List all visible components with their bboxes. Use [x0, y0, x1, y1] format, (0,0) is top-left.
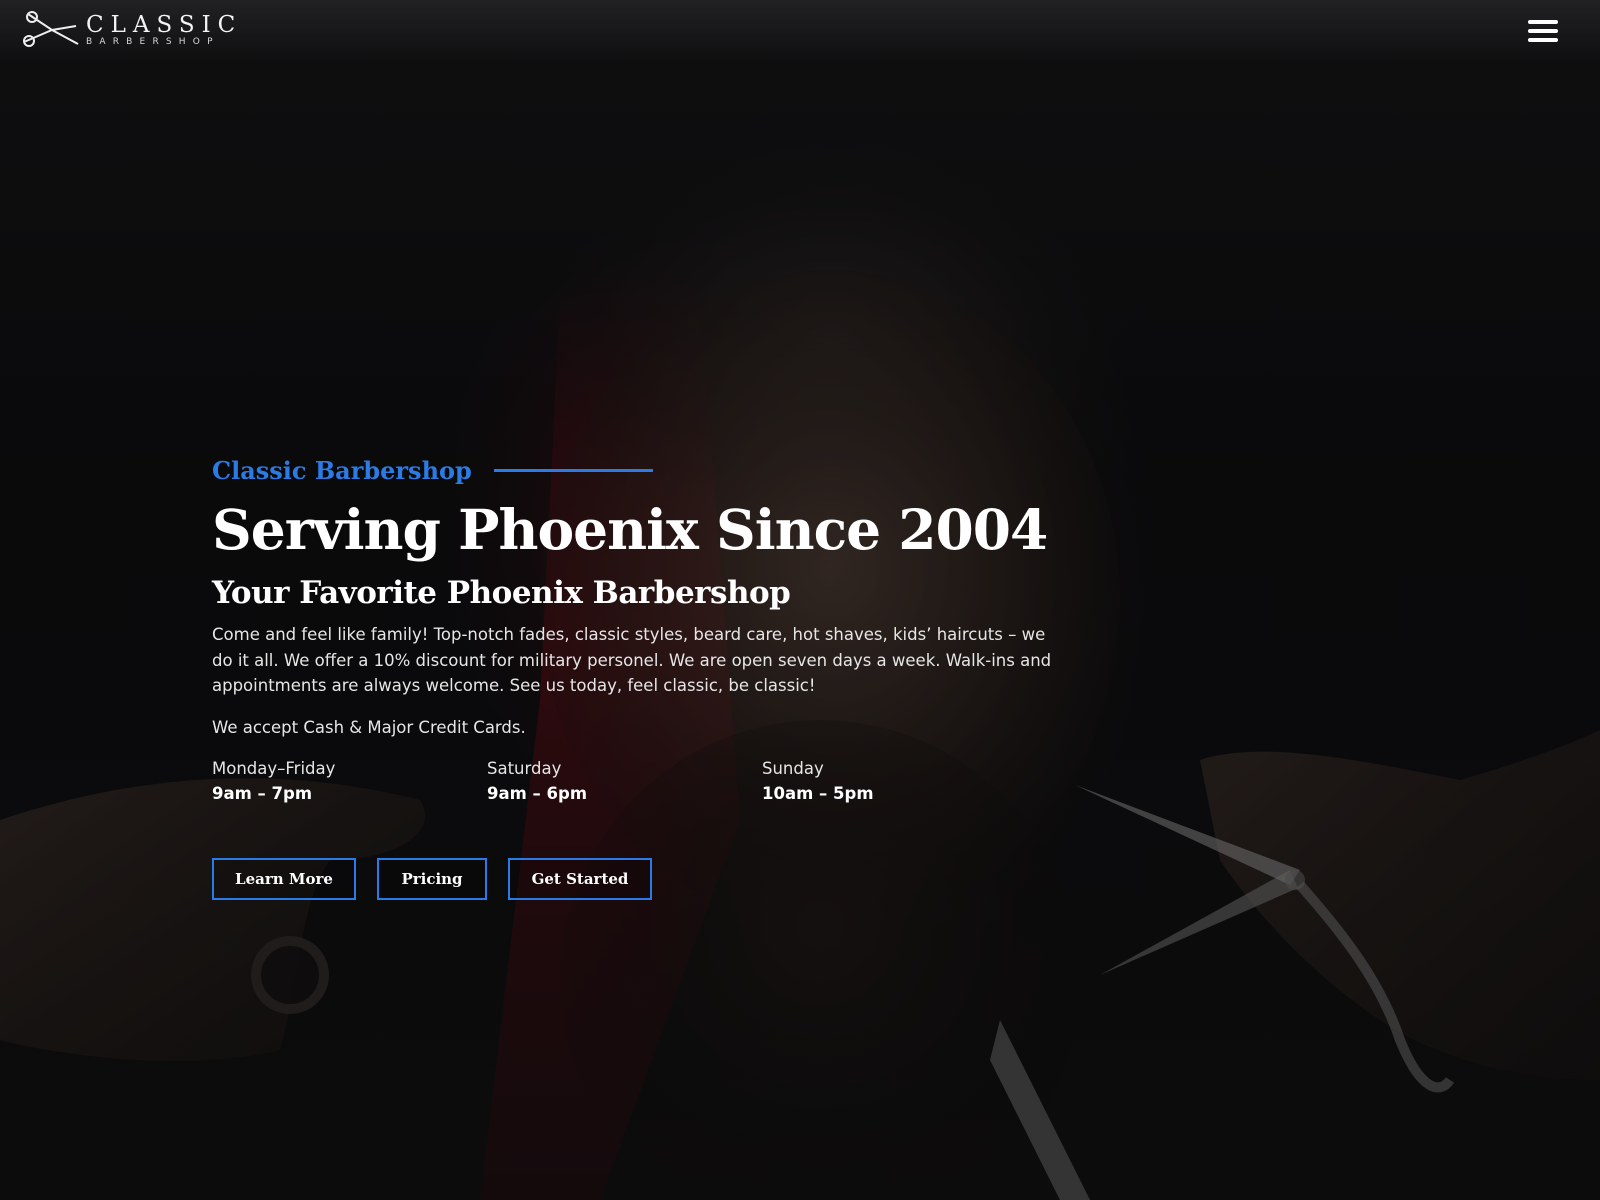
learn-more-button[interactable]: Learn More: [212, 857, 356, 900]
hero-description: Come and feel like family! Top-notch fad…: [212, 625, 1052, 695]
top-navigation-bar: CLASSIC BARBERSHOP: [0, 0, 1600, 62]
hero-eyebrow: Classic Barbershop: [212, 452, 1052, 488]
opening-hours: Monday–Friday 9am – 7pm Saturday 9am – 6…: [212, 756, 1052, 806]
payment-info: We accept Cash & Major Credit Cards.: [212, 717, 526, 737]
hours-day-label: Sunday: [762, 758, 824, 778]
hero-buttons: Learn More Pricing Get Started: [212, 857, 1052, 900]
logo-main-text: CLASSIC: [86, 11, 243, 38]
site-logo[interactable]: CLASSIC BARBERSHOP: [22, 10, 242, 50]
get-started-button[interactable]: Get Started: [508, 857, 652, 900]
pricing-button[interactable]: Pricing: [377, 857, 487, 900]
hours-day-label: Saturday: [487, 758, 562, 778]
hero-title: Serving Phoenix Since 2004: [212, 497, 1048, 562]
hero-subtitle: Your Favorite Phoenix Barbershop: [212, 575, 791, 611]
scissors-icon: [23, 11, 79, 47]
hours-sunday: Sunday 10am – 5pm: [762, 756, 1037, 806]
hours-weekdays: Monday–Friday 9am – 7pm: [212, 756, 487, 806]
hamburger-menu-icon[interactable]: [1528, 18, 1560, 44]
hours-day-label: Monday–Friday: [212, 758, 336, 778]
hero-content: Classic Barbershop Serving Phoenix Since…: [212, 452, 1052, 900]
eyebrow-divider: [493, 468, 653, 472]
logo-sub-text: BARBERSHOP: [86, 36, 220, 47]
hours-time-value: 9am – 7pm: [212, 783, 313, 803]
hours-time-value: 10am – 5pm: [762, 783, 874, 803]
eyebrow-text: Classic Barbershop: [212, 455, 472, 485]
hours-time-value: 9am – 6pm: [487, 783, 588, 803]
hours-saturday: Saturday 9am – 6pm: [487, 756, 762, 806]
